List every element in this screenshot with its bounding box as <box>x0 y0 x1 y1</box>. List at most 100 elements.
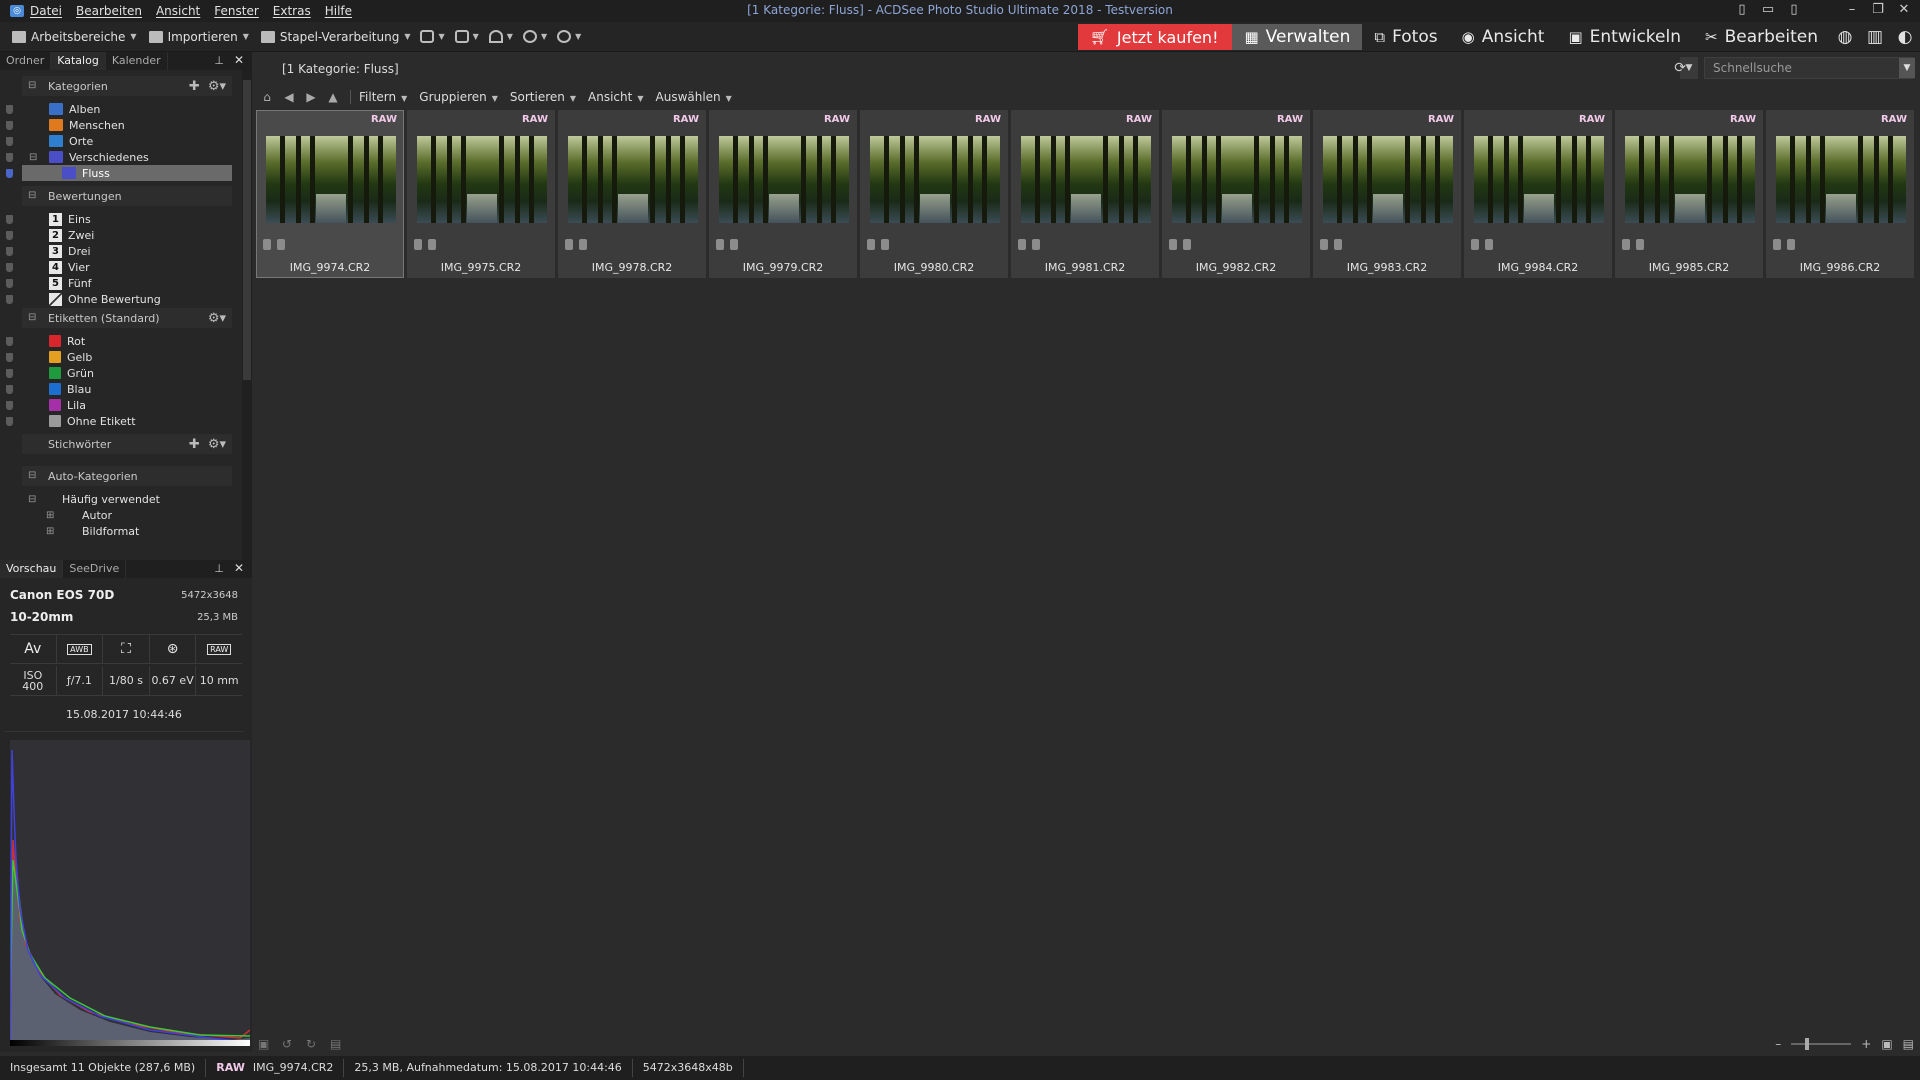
collapse-icon[interactable]: ⊟ <box>28 191 38 201</box>
section-categories[interactable]: ⊟ Kategorien ✚ ⚙▾ <box>22 76 232 96</box>
quick-search-input[interactable]: Schnellsuche ▼ <box>1704 57 1915 79</box>
label-item[interactable]: Grün <box>0 365 232 381</box>
label-item[interactable]: Blau <box>0 381 232 397</box>
rating-item[interactable]: 2 Zwei <box>0 227 232 243</box>
menu-hilfe[interactable]: Hilfe <box>325 4 352 18</box>
zoom-out-icon[interactable]: – <box>1775 1037 1781 1051</box>
thumbnail-item[interactable]: RAW IMG_9981.CR2 <box>1011 110 1159 278</box>
thumbnail-item[interactable]: RAW IMG_9983.CR2 <box>1313 110 1461 278</box>
expand-icon[interactable]: ⊞ <box>46 510 62 521</box>
play-button[interactable]: ▼ <box>557 30 581 43</box>
dashboard-icon[interactable]: ▥ <box>1860 24 1890 50</box>
label-item[interactable]: Gelb <box>0 349 232 365</box>
group-menu[interactable]: Gruppieren ▼ <box>419 90 498 104</box>
view-menu[interactable]: Ansicht ▼ <box>588 90 643 104</box>
section-labels[interactable]: ⊟ Etiketten (Standard) ⚙▾ <box>22 308 232 328</box>
tab-calendar[interactable]: Kalender <box>106 52 168 70</box>
gear-icon[interactable]: ⚙▾ <box>208 437 226 452</box>
layout-bottom-icon[interactable]: ▭ <box>1760 2 1776 18</box>
up-icon[interactable]: ▲ <box>326 90 340 104</box>
rotate-left-icon[interactable]: ↺ <box>282 1037 296 1051</box>
auto-item-format[interactable]: ⊞ Bildformat <box>0 523 232 539</box>
workspaces-button[interactable]: Arbeitsbereiche ▼ <box>12 30 137 44</box>
tab-seedrive[interactable]: SeeDrive <box>63 560 127 578</box>
section-ratings[interactable]: ⊟ Bewertungen <box>22 186 232 206</box>
thumbnail-item[interactable]: RAW IMG_9984.CR2 <box>1464 110 1612 278</box>
upload-button[interactable]: ▼ <box>488 30 513 43</box>
thumbnail-item[interactable]: RAW IMG_9979.CR2 <box>709 110 857 278</box>
sort-menu[interactable]: Sortieren ▼ <box>510 90 576 104</box>
visibility-icon[interactable]: ◐ <box>1890 24 1920 50</box>
mode-photos-button[interactable]: ⧉ Fotos <box>1362 24 1449 50</box>
layout-right-icon[interactable]: ▯ <box>1786 2 1802 18</box>
edit-icon[interactable]: ▣ <box>258 1037 272 1051</box>
slideshow-button[interactable]: ▼ <box>454 30 479 43</box>
collapse-icon[interactable]: ⊟ <box>28 81 38 91</box>
thumbnail-item[interactable]: RAW IMG_9985.CR2 <box>1615 110 1763 278</box>
zoom-in-icon[interactable]: + <box>1861 1037 1871 1051</box>
add-icon[interactable]: ✚ <box>189 79 200 94</box>
gear-icon[interactable]: ⚙▾ <box>208 79 226 94</box>
gear-icon[interactable]: ⚙▾ <box>208 311 226 326</box>
category-item-places[interactable]: Orte <box>0 133 232 149</box>
menu-extras[interactable]: Extras <box>273 4 311 18</box>
expand-icon[interactable]: ⊞ <box>46 526 62 537</box>
rating-item[interactable]: 3 Drei <box>0 243 232 259</box>
add-icon[interactable]: ✚ <box>189 437 200 452</box>
tab-folders[interactable]: Ordner <box>0 52 52 70</box>
label-item[interactable]: Lila <box>0 397 232 413</box>
rating-item[interactable]: 1 Eins <box>0 211 232 227</box>
batch-button[interactable]: Stapel-Verarbeitung ▼ <box>260 30 410 44</box>
thumbnail-item[interactable]: RAW IMG_9986.CR2 <box>1766 110 1914 278</box>
catalog-scrollbar[interactable] <box>242 70 252 560</box>
rating-item[interactable]: 4 Vier <box>0 259 232 275</box>
category-item-fluss[interactable]: Fluss <box>22 165 232 181</box>
mode-develop-button[interactable]: ▣ Entwickeln <box>1556 24 1693 50</box>
category-item-albums[interactable]: Alben <box>0 101 232 117</box>
layout-left-icon[interactable]: ▯ <box>1734 2 1750 18</box>
close-icon[interactable]: ✕ <box>234 561 244 575</box>
auto-item-frequent[interactable]: ⊟ Häufig verwendet <box>0 491 232 507</box>
mode-edit-button[interactable]: ✂ Bearbeiten <box>1693 24 1830 50</box>
tools-button[interactable]: ▼ <box>522 30 547 43</box>
rotate-right-icon[interactable]: ↻ <box>306 1037 320 1051</box>
import-button[interactable]: Importieren ▼ <box>148 30 249 44</box>
back-icon[interactable]: ◀ <box>282 90 296 104</box>
rating-item[interactable]: Ohne Bewertung <box>0 291 232 307</box>
thumbnail-item[interactable]: RAW IMG_9974.CR2 <box>256 110 404 278</box>
close-icon[interactable]: ✕ <box>234 53 244 67</box>
collapse-icon[interactable]: ⊟ <box>29 152 49 163</box>
minimize-icon[interactable]: – <box>1844 2 1860 18</box>
auto-item-author[interactable]: ⊞ Autor <box>0 507 232 523</box>
menu-ansicht[interactable]: Ansicht <box>156 4 200 18</box>
collapse-icon[interactable]: ⊟ <box>28 494 44 505</box>
filter-menu[interactable]: Filtern ▼ <box>359 90 407 104</box>
delete-icon[interactable]: ▤ <box>330 1037 344 1051</box>
tab-preview[interactable]: Vorschau <box>0 560 64 578</box>
mode-view-button[interactable]: ◉ Ansicht <box>1450 24 1557 50</box>
forward-icon[interactable]: ▶ <box>304 90 318 104</box>
thumbnail-item[interactable]: RAW IMG_9978.CR2 <box>558 110 706 278</box>
thumbnail-item[interactable]: RAW IMG_9975.CR2 <box>407 110 555 278</box>
menu-fenster[interactable]: Fenster <box>214 4 259 18</box>
thumbnail-size-slider[interactable] <box>1791 1038 1852 1050</box>
search-options-button[interactable]: ▼ <box>1899 58 1915 78</box>
mode-manage-button[interactable]: ▦ Verwalten <box>1232 24 1363 50</box>
section-auto-categories[interactable]: ⊟ Auto-Kategorien <box>22 466 232 486</box>
close-icon[interactable]: ✕ <box>1896 2 1912 18</box>
menu-bearbeiten[interactable]: Bearbeiten <box>76 4 142 18</box>
365-icon[interactable]: ◍ <box>1830 24 1860 50</box>
list-view-icon[interactable]: ▤ <box>1903 1037 1914 1051</box>
thumbnail-item[interactable]: RAW IMG_9980.CR2 <box>860 110 1008 278</box>
create-button[interactable]: ▼ <box>420 30 445 43</box>
rating-item[interactable]: 5 Fünf <box>0 275 232 291</box>
scrollbar-thumb[interactable] <box>243 80 251 380</box>
category-item-misc[interactable]: ⊟ Verschiedenes <box>0 149 232 165</box>
thumbnail-view-icon[interactable]: ▣ <box>1881 1037 1892 1051</box>
sync-icon[interactable]: ⟳ <box>1674 60 1686 76</box>
collapse-icon[interactable]: ⊟ <box>28 471 38 481</box>
slider-knob[interactable] <box>1805 1038 1810 1050</box>
section-keywords[interactable]: Stichwörter ✚ ⚙▾ <box>22 434 232 454</box>
home-icon[interactable]: ⌂ <box>260 90 274 104</box>
pin-icon[interactable]: ⊥ <box>214 562 224 575</box>
